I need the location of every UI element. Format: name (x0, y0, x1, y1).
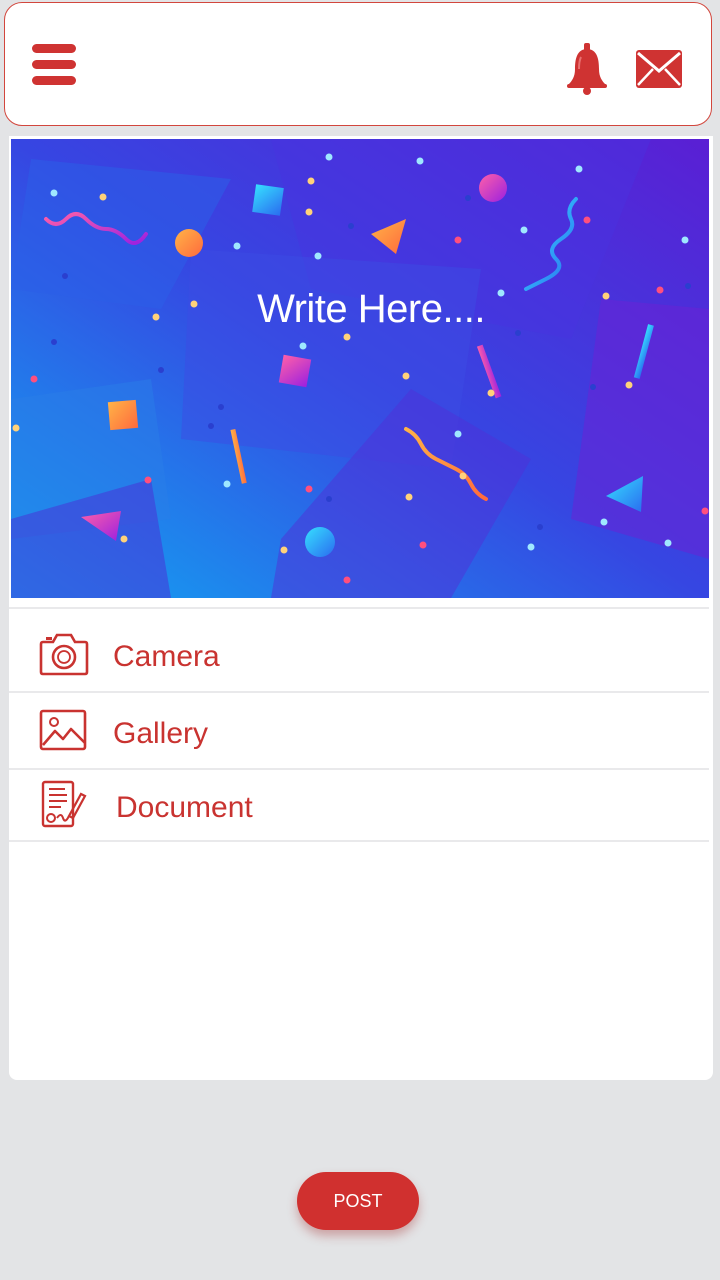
divider (9, 691, 709, 693)
document-icon (39, 780, 89, 830)
gallery-option[interactable]: Gallery (9, 697, 709, 769)
post-button[interactable]: POST (297, 1172, 419, 1230)
document-option[interactable]: Document (9, 773, 709, 845)
write-here-placeholder: Write Here.... (257, 287, 485, 331)
document-label: Document (116, 791, 253, 824)
divider (9, 768, 709, 770)
bell-icon[interactable] (563, 43, 611, 95)
menu-line (32, 76, 76, 85)
divider (9, 607, 709, 609)
menu-line (32, 44, 76, 53)
envelope-icon[interactable] (635, 49, 691, 93)
camera-option[interactable]: Camera (9, 620, 709, 692)
camera-icon (39, 630, 89, 680)
divider (9, 840, 709, 842)
menu-line (32, 60, 76, 69)
gallery-label: Gallery (113, 717, 209, 750)
hamburger-menu-icon[interactable] (32, 44, 82, 92)
image-icon (39, 709, 89, 759)
write-post-area[interactable]: Write Here.... (11, 139, 709, 598)
post-composer-card: Write Here.... Camera Gallery Document (9, 136, 713, 1080)
camera-label: Camera (113, 640, 220, 673)
top-bar (4, 2, 712, 126)
